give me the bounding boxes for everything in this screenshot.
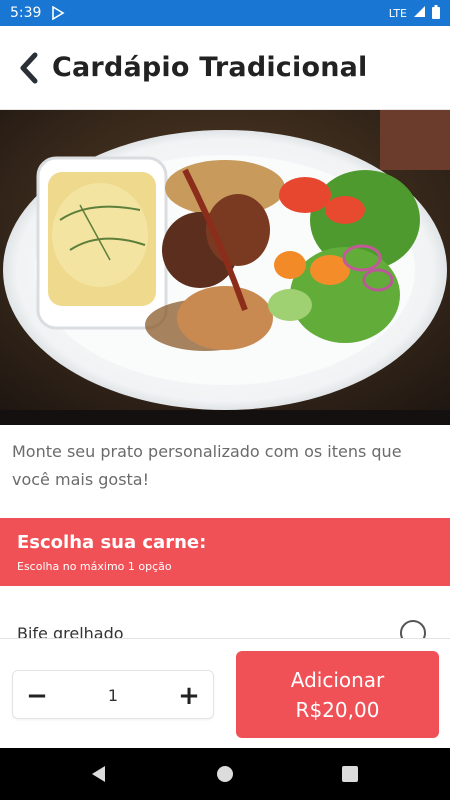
price-label: R$20,00 — [295, 697, 380, 722]
play-store-icon — [51, 5, 66, 21]
page-title: Cardápio Tradicional — [52, 52, 368, 83]
quantity-value: 1 — [107, 686, 119, 705]
nav-back-icon[interactable] — [89, 764, 109, 784]
hero-image — [0, 110, 450, 425]
add-button-label: Adicionar — [290, 667, 385, 692]
increase-quantity-button[interactable]: + — [165, 671, 213, 720]
order-footer: − 1 + Adicionar R$20,00 — [0, 638, 450, 748]
section-header: Escolha sua carne: Escolha no máximo 1 o… — [0, 518, 450, 586]
status-right: LTE — [388, 4, 440, 22]
plate-of-food-photo — [0, 110, 450, 425]
quantity-stepper: − 1 + — [12, 670, 214, 719]
add-to-cart-button[interactable]: Adicionar R$20,00 — [236, 651, 439, 738]
status-bar: 5:39 LTE — [0, 0, 450, 26]
network-label: LTE — [388, 6, 407, 20]
nav-recent-icon[interactable] — [340, 764, 360, 784]
status-time: 5:39 — [10, 5, 42, 21]
nav-home-icon[interactable] — [215, 764, 235, 784]
section-subtitle: Escolha no máximo 1 opção — [17, 560, 172, 573]
battery-icon — [432, 4, 440, 22]
chevron-left-icon[interactable] — [16, 51, 42, 85]
app-header: Cardápio Tradicional — [0, 26, 450, 110]
description: Monte seu prato personalizado com os ite… — [12, 442, 402, 489]
decrease-quantity-button[interactable]: − — [13, 671, 61, 720]
section-title: Escolha sua carne: — [17, 532, 207, 553]
signal-icon — [413, 5, 426, 21]
system-nav-bar — [0, 748, 450, 800]
